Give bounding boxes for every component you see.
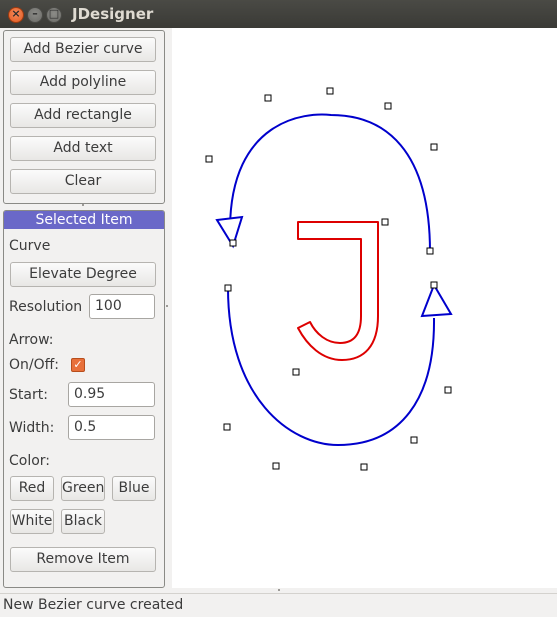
close-window-button[interactable]: ×	[8, 7, 24, 23]
control-point[interactable]	[444, 386, 452, 394]
control-point[interactable]	[360, 463, 368, 471]
arrow-onoff-label: On/Off:	[9, 357, 59, 373]
splitter-grip	[82, 204, 84, 206]
arrowhead-lower	[420, 282, 453, 318]
add-text-button[interactable]: Add text	[10, 136, 156, 161]
arrow-label: Arrow:	[9, 332, 54, 348]
control-point[interactable]	[229, 239, 237, 247]
add-bezier-curve-button[interactable]: Add Bezier curve	[10, 37, 156, 62]
arrow-start-label: Start:	[9, 387, 48, 403]
control-point[interactable]	[264, 94, 272, 102]
maximize-window-button[interactable]: □	[46, 7, 62, 23]
color-green-button[interactable]: Green	[61, 476, 105, 501]
selected-item-header: Selected Item	[4, 211, 164, 229]
color-label: Color:	[9, 453, 51, 469]
control-point[interactable]	[223, 423, 231, 431]
minimize-icon: –	[32, 7, 38, 20]
control-point[interactable]	[430, 143, 438, 151]
control-point[interactable]	[272, 462, 280, 470]
drawing-canvas[interactable]	[172, 28, 557, 588]
minimize-window-button[interactable]: –	[27, 7, 43, 23]
bezier-curve-lower[interactable]	[227, 287, 436, 447]
status-splitter-grip	[278, 589, 280, 591]
control-points	[205, 87, 452, 471]
control-point[interactable]	[384, 102, 392, 110]
add-rectangle-button[interactable]: Add rectangle	[10, 103, 156, 128]
add-polyline-button[interactable]: Add polyline	[10, 70, 156, 95]
window-title: JDesigner	[72, 5, 154, 23]
arrow-onoff-checkbox[interactable]: ✓	[71, 358, 85, 372]
checkmark-icon: ✓	[73, 358, 83, 371]
selected-item-panel: Selected Item Curve Elevate Degree Resol…	[3, 210, 165, 588]
tools-panel: Add Bezier curve Add polyline Add rectan…	[3, 30, 165, 204]
control-point[interactable]	[430, 281, 438, 289]
title-bar: × – □ JDesigner	[0, 0, 557, 28]
remove-item-button[interactable]: Remove Item	[10, 547, 156, 572]
bezier-curve-upper[interactable]	[229, 113, 431, 253]
color-black-button[interactable]: Black	[61, 509, 105, 534]
pane-splitter-grip	[166, 305, 168, 307]
color-blue-button[interactable]: Blue	[112, 476, 156, 501]
resolution-label: Resolution	[9, 299, 83, 315]
color-red-button[interactable]: Red	[10, 476, 54, 501]
control-point[interactable]	[426, 247, 434, 255]
resolution-field[interactable]: 100	[89, 294, 155, 319]
close-icon: ×	[11, 7, 21, 20]
clear-button[interactable]: Clear	[10, 169, 156, 194]
maximize-icon: □	[48, 7, 60, 20]
control-point[interactable]	[410, 436, 418, 444]
control-point[interactable]	[381, 218, 389, 226]
control-point[interactable]	[326, 87, 334, 95]
item-type-label: Curve	[9, 238, 51, 254]
elevate-degree-button[interactable]: Elevate Degree	[10, 262, 156, 287]
arrow-width-field[interactable]: 0.5	[68, 415, 155, 440]
control-point[interactable]	[292, 368, 300, 376]
control-point[interactable]	[205, 155, 213, 163]
control-point[interactable]	[224, 284, 232, 292]
status-message: New Bezier curve created	[3, 597, 184, 613]
color-white-button[interactable]: White	[10, 509, 54, 534]
letter-j-shape[interactable]	[297, 221, 379, 361]
canvas-drawing	[205, 87, 453, 471]
status-bar: New Bezier curve created	[0, 593, 557, 617]
arrow-start-field[interactable]: 0.95	[68, 382, 155, 407]
arrow-width-label: Width:	[9, 420, 55, 436]
